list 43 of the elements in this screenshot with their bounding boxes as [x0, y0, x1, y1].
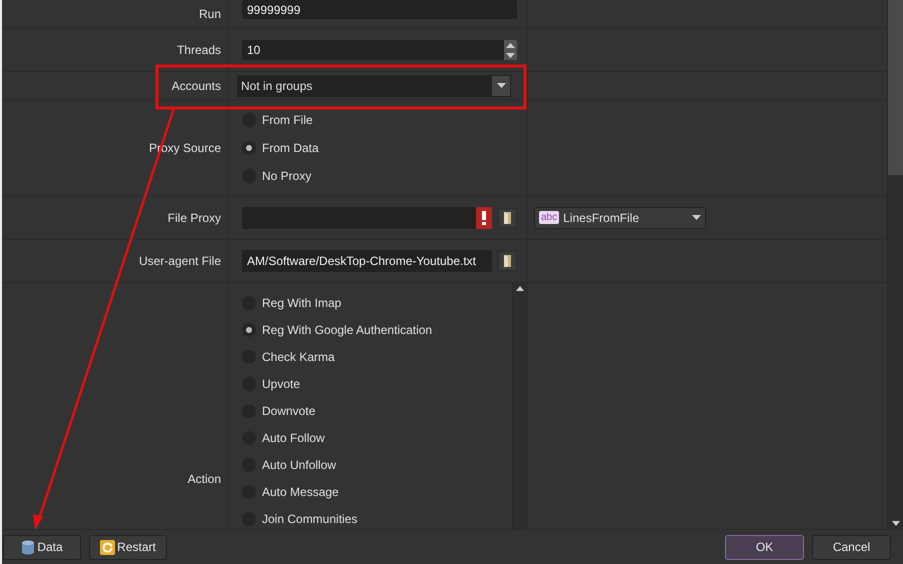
radio-button[interactable]	[242, 141, 256, 155]
file-path-field[interactable]	[242, 206, 492, 228]
field-label: Accounts	[172, 78, 221, 92]
radio-option[interactable]: Check Karma	[242, 343, 512, 370]
dialog-button[interactable]: Cancel	[812, 534, 891, 560]
caret-icon	[692, 215, 701, 220]
radio-option[interactable]: From File	[242, 106, 319, 134]
field-label: Threads	[176, 43, 221, 57]
dropdown[interactable]: Not in groups	[237, 74, 511, 96]
scrollbar[interactable]	[887, 0, 903, 530]
spin-buttons[interactable]	[504, 40, 517, 60]
radio-option[interactable]: From Data	[242, 134, 319, 162]
file-path-field[interactable]: AM/Software/DeskTop-Chrome-Youtube.txt	[242, 250, 492, 272]
folder-icon	[503, 254, 512, 268]
field-label: Action	[188, 472, 221, 486]
radio-option[interactable]: Auto Unfollow	[242, 451, 512, 478]
field-label: File Proxy	[168, 210, 221, 224]
toolbar-button[interactable]: Restart	[89, 534, 167, 560]
browse-button[interactable]	[498, 251, 517, 271]
radio-option[interactable]: Downvote	[242, 397, 512, 424]
refresh-icon	[100, 540, 116, 554]
radio-option[interactable]: Upvote	[242, 370, 512, 397]
down-arrow-icon	[506, 52, 515, 58]
radio-option[interactable]: Auto Message	[242, 478, 512, 505]
radio-option[interactable]: Reg With Google Authentication	[242, 316, 512, 343]
default-button[interactable]: OK	[725, 534, 804, 560]
caret-icon	[496, 83, 506, 88]
source-dropdown[interactable]: abc LinesFromFile	[534, 206, 706, 228]
field-label: User-agent File	[138, 254, 221, 268]
number-field[interactable]: 10	[242, 40, 517, 60]
radio-option[interactable]: Reg With Imap	[242, 289, 512, 316]
browse-button[interactable]	[498, 208, 517, 228]
up-arrow-icon	[506, 42, 515, 48]
folder-icon	[503, 210, 512, 224]
text-field[interactable]: 99999999	[242, 0, 517, 19]
radio-option[interactable]: No Proxy	[242, 162, 319, 190]
radio-option[interactable]: Join Communities	[242, 505, 512, 529]
radio-button[interactable]	[242, 322, 256, 336]
scrollbar[interactable]	[512, 283, 527, 529]
radio-option[interactable]: Auto Follow	[242, 424, 512, 451]
field-label: Run	[198, 7, 221, 21]
database-icon	[21, 540, 36, 554]
toolbar-button[interactable]: Data	[3, 534, 81, 560]
